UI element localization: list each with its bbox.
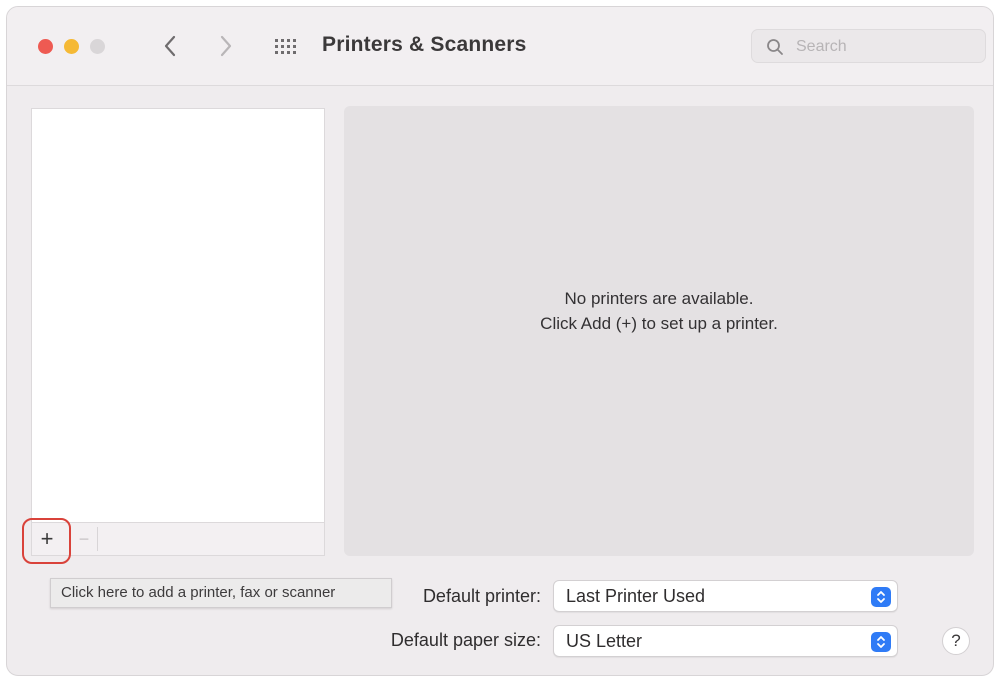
search-field[interactable]: Search bbox=[751, 29, 986, 63]
title-bar: Printers & Scanners Search bbox=[7, 7, 993, 86]
paper-size-popup[interactable]: US Letter bbox=[553, 625, 898, 657]
empty-state-message: No printers are available. Click Add (+)… bbox=[344, 286, 974, 336]
up-down-chevron-icon bbox=[871, 587, 891, 607]
show-all-button[interactable] bbox=[271, 32, 303, 62]
highlight-ring bbox=[22, 518, 71, 564]
printer-detail-pane: No printers are available. Click Add (+)… bbox=[344, 106, 974, 556]
search-icon bbox=[767, 39, 783, 55]
remove-printer-button: − bbox=[78, 528, 90, 549]
add-button-tooltip: Click here to add a printer, fax or scan… bbox=[50, 578, 392, 608]
default-printer-popup[interactable]: Last Printer Used bbox=[553, 580, 898, 612]
close-button[interactable] bbox=[38, 39, 53, 54]
search-placeholder: Search bbox=[796, 38, 847, 55]
zoom-button bbox=[90, 39, 105, 54]
empty-state-line: Click Add (+) to set up a printer. bbox=[540, 314, 778, 333]
grid-icon bbox=[275, 39, 296, 54]
default-printer-label: Default printer: bbox=[422, 586, 541, 606]
help-button[interactable]: ? bbox=[942, 627, 970, 655]
up-down-chevron-icon bbox=[871, 632, 891, 652]
paper-size-label: Default paper size: bbox=[390, 630, 541, 650]
empty-state-line: No printers are available. bbox=[564, 289, 754, 308]
toolbar-divider bbox=[97, 527, 98, 551]
printer-list[interactable] bbox=[31, 108, 325, 528]
back-button[interactable] bbox=[157, 29, 183, 63]
chevron-right-icon bbox=[220, 35, 232, 57]
window-title: Printers & Scanners bbox=[322, 33, 527, 56]
default-printer-value: Last Printer Used bbox=[566, 586, 706, 606]
paper-size-value: US Letter bbox=[566, 631, 643, 651]
forward-button[interactable] bbox=[213, 29, 239, 63]
chevron-left-icon bbox=[164, 35, 176, 57]
minimize-button[interactable] bbox=[64, 39, 79, 54]
